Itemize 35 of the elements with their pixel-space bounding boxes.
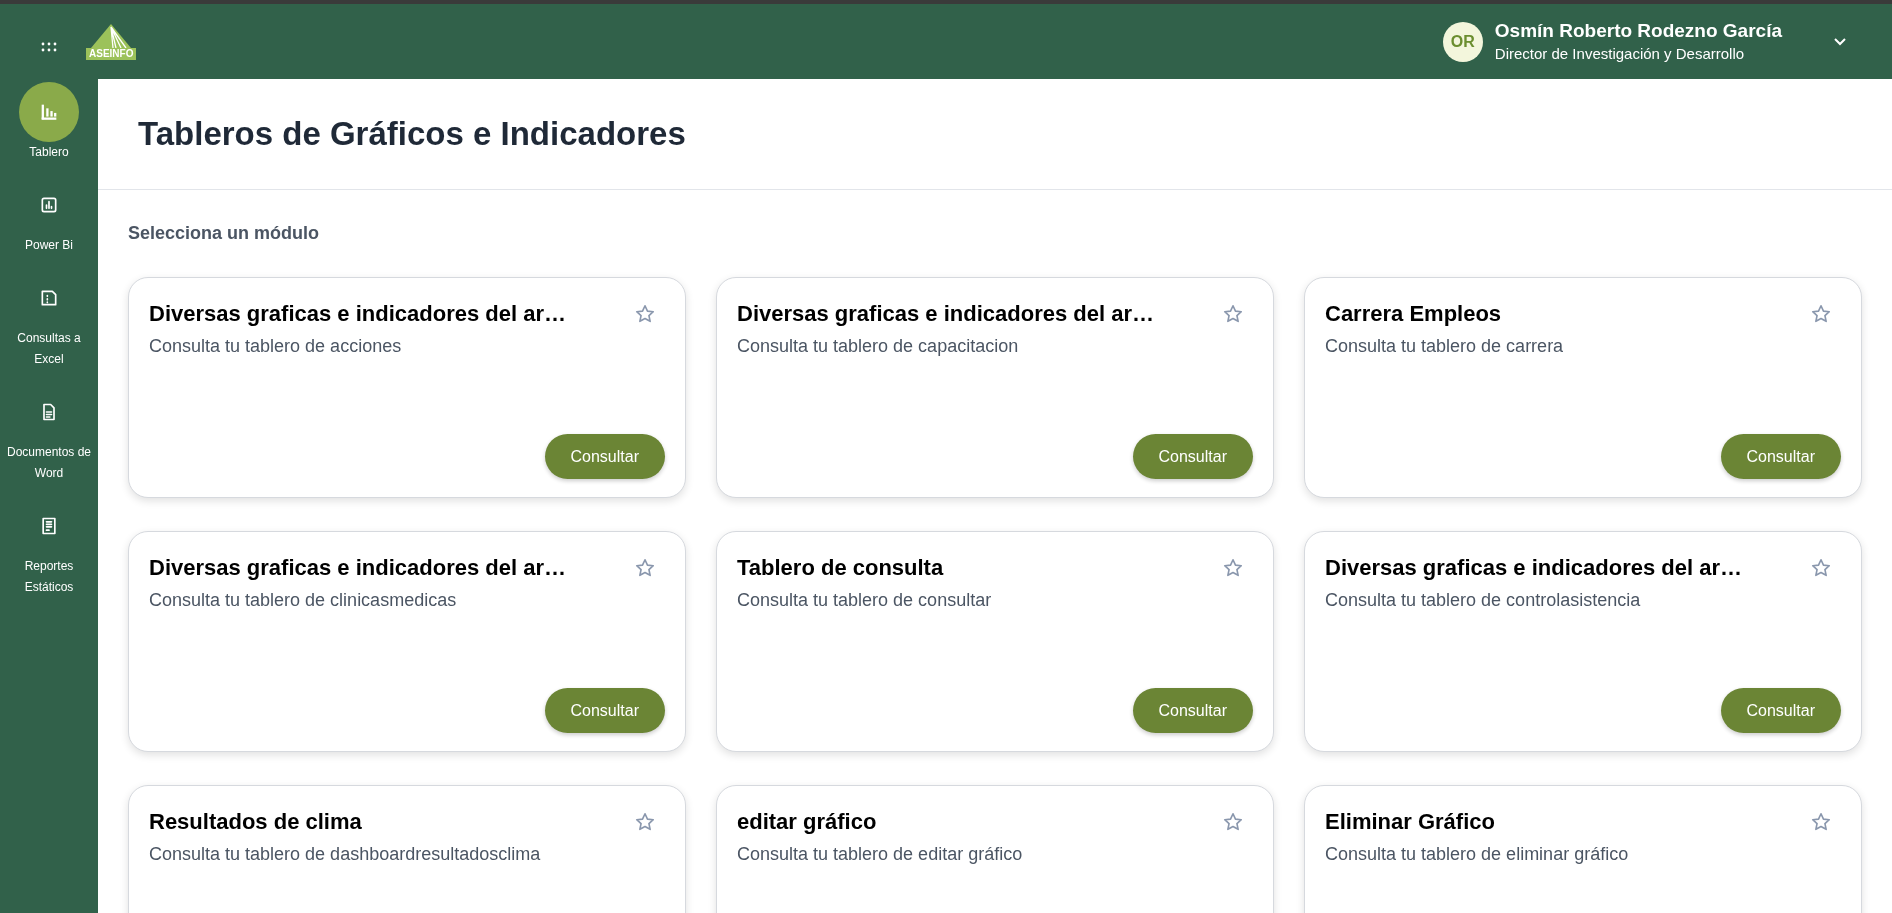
card-description: Consulta tu tablero de controlasistencia [1325, 589, 1642, 612]
card-description: Consulta tu tablero de carrera [1325, 335, 1565, 358]
sidebar-item[interactable]: Power Bi [4, 185, 94, 256]
sidebar-item[interactable]: Documentos de Word [4, 392, 94, 484]
page-title: Tableros de Gráficos e Indicadores [138, 114, 686, 155]
user-avatar: OR [1442, 21, 1483, 62]
card-description: Consulta tu tablero de editar gráfico [737, 843, 1024, 866]
sidebar-item[interactable]: Consultas a Excel [4, 278, 94, 370]
card-description: Consulta tu tablero de clinicasmedicas [149, 589, 458, 612]
card-title: Carrera Empleos [1325, 300, 1502, 328]
card-description: Consulta tu tablero de capacitacion [737, 335, 1020, 358]
logo: ASEINFO [86, 23, 137, 60]
card-title: Eliminar Gráfico [1325, 808, 1495, 836]
user-name: Osmín Roberto Rodezno García [1494, 18, 1782, 43]
card-description: Consulta tu tablero de acciones [149, 335, 403, 358]
card-description: Consulta tu tablero de dashboardresultadosclima [149, 843, 542, 866]
sidebar-item[interactable]: Reportes Estáticos [4, 506, 94, 598]
consult-button[interactable]: Consultar [544, 688, 665, 733]
consult-button[interactable]: Consultar [1720, 434, 1841, 479]
user-role: Director de Investigación y Desarrollo [1494, 43, 1746, 64]
card-title: Diversas graficas e indicadores del ar… [1325, 554, 1742, 582]
consult-button[interactable]: Consultar [1132, 434, 1253, 479]
card-title: Resultados de clima [149, 808, 362, 836]
consult-button[interactable]: Consultar [1132, 688, 1253, 733]
card-title: Diversas graficas e indicadores del ar… [149, 554, 566, 582]
card-title: Diversas graficas e indicadores del ar… [737, 300, 1154, 328]
card-title: editar gráfico [737, 808, 877, 836]
card-description: Consulta tu tablero de consultar [737, 589, 993, 612]
card-title: Tablero de consulta [737, 554, 944, 582]
section-label: Selecciona un módulo [128, 222, 320, 245]
sidebar-item[interactable]: Tablero [4, 82, 94, 163]
card-description: Consulta tu tablero de eliminar gráfico [1325, 843, 1630, 866]
consult-button[interactable]: Consultar [1720, 688, 1841, 733]
consult-button[interactable]: Consultar [544, 434, 665, 479]
card-title: Diversas graficas e indicadores del ar… [149, 300, 566, 328]
